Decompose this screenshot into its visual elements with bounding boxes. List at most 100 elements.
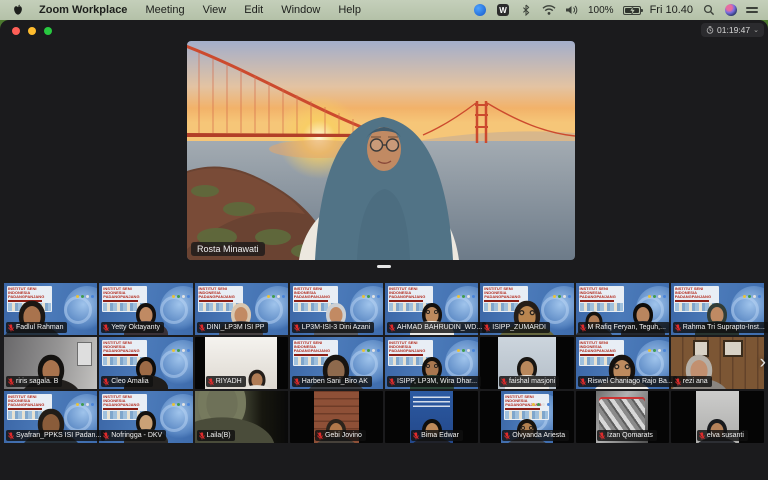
participant-name-tag: M Rafiq Feryan, Teguh,...	[578, 322, 670, 333]
apple-menu-icon[interactable]	[12, 4, 24, 16]
next-page-chevron-button[interactable]: ›	[760, 353, 766, 372]
menu-item-edit[interactable]: Edit	[235, 0, 272, 20]
control-center-icon[interactable]	[746, 7, 758, 13]
participant-tile[interactable]: INSTITUT SENI INDONESIA PADANGPANJANG Ha…	[290, 337, 383, 389]
participant-tile[interactable]: INSTITUT SENI INDONESIA PADANGPANJANG ri…	[4, 337, 97, 389]
muted-mic-icon	[317, 432, 323, 440]
participant-tile[interactable]: INSTITUT SENI INDONESIA PADANGPANJANG Ge…	[290, 391, 383, 443]
participant-tile[interactable]: INSTITUT SENI INDONESIA PADANGPANJANG AH…	[385, 283, 478, 335]
participant-tile[interactable]: INSTITUT SENI INDONESIA PADANGPANJANG Cl…	[99, 337, 192, 389]
menu-item-window[interactable]: Window	[272, 0, 329, 20]
close-window-button[interactable]	[12, 27, 20, 35]
virtual-background-logos	[360, 285, 380, 303]
muted-mic-icon	[199, 324, 205, 332]
battery-percent-label: 100%	[588, 5, 614, 16]
participant-name-tag: Gebi Jovino	[315, 430, 366, 441]
participant-tile[interactable]: INSTITUT SENI INDONESIA PADANGPANJANG RI…	[195, 337, 288, 389]
menu-bar-clock[interactable]: Fri 10.40	[650, 4, 693, 16]
meeting-timer-value: 01:19:47	[717, 25, 750, 35]
muted-mic-icon	[501, 378, 507, 386]
participant-tile[interactable]: INSTITUT SENI INDONESIA PADANGPANJANG Bi…	[385, 391, 478, 443]
virtual-background-banner: INSTITUT SENI INDONESIA PADANGPANJANG	[293, 286, 338, 312]
participant-tile[interactable]: INSTITUT SENI INDONESIA PADANGPANJANG Fa…	[4, 283, 97, 335]
participant-tile[interactable]: INSTITUT SENI INDONESIA PADANGPANJANG IS…	[480, 283, 573, 335]
gallery-row-2: INSTITUT SENI INDONESIA PADANGPANJANG ri…	[4, 337, 764, 389]
participant-tile[interactable]: INSTITUT SENI INDONESIA PADANGPANJANG IS…	[385, 337, 478, 389]
participant-name-tag: Syafran_PPKS ISI Padan...	[6, 430, 105, 441]
virtual-background-logos	[646, 339, 666, 357]
participant-name-tag: Laila(B)	[197, 430, 235, 441]
participant-tile[interactable]: INSTITUT SENI INDONESIA PADANGPANJANG Ye…	[99, 283, 192, 335]
muted-mic-icon	[484, 324, 490, 332]
virtual-background-banner: INSTITUT SENI INDONESIA PADANGPANJANG	[198, 286, 243, 312]
participant-gallery: INSTITUT SENI INDONESIA PADANGPANJANG Fa…	[4, 283, 764, 445]
virtual-background-logos	[741, 285, 761, 303]
siri-icon[interactable]	[725, 4, 737, 16]
blue-app-status-icon[interactable]	[474, 4, 486, 16]
muted-mic-icon	[103, 378, 109, 386]
muted-mic-icon	[389, 378, 395, 386]
virtual-background-banner: INSTITUT SENI INDONESIA PADANGPANJANG	[102, 340, 147, 366]
participant-tile[interactable]: INSTITUT SENI INDONESIA PADANGPANJANG No…	[99, 391, 192, 443]
participant-name-tag: faishal masjoni	[499, 376, 559, 387]
virtual-background-banner: INSTITUT SENI INDONESIA PADANGPANJANG	[579, 286, 624, 312]
spotlight-search-icon[interactable]	[702, 4, 716, 16]
participant-name-tag: riris sagala. B	[6, 376, 62, 387]
menu-item-app[interactable]: Zoom Workplace	[30, 0, 136, 20]
gallery-row-3: INSTITUT SENI INDONESIA PADANGPANJANG Sy…	[4, 391, 764, 443]
participant-tile[interactable]: INSTITUT SENI INDONESIA PADANGPANJANG Ol…	[480, 391, 573, 443]
fullscreen-window-button[interactable]	[44, 27, 52, 35]
wifi-icon[interactable]	[542, 4, 556, 16]
menu-item-view[interactable]: View	[194, 0, 236, 20]
participant-tile[interactable]: INSTITUT SENI INDONESIA PADANGPANJANG re…	[671, 337, 764, 389]
participant-tile[interactable]: INSTITUT SENI INDONESIA PADANGPANJANG Iz…	[576, 391, 669, 443]
minimize-window-button[interactable]	[28, 27, 36, 35]
participant-name-tag: Bima Edwar	[411, 430, 463, 441]
muted-mic-icon	[413, 432, 419, 440]
virtual-background-logos	[360, 339, 380, 357]
meeting-timer-badge[interactable]: 01:19:47 ⌄	[701, 23, 764, 37]
participant-name-tag: ISIPP, LP3M, Wira Dhar...	[387, 376, 481, 387]
muted-mic-icon	[103, 324, 109, 332]
muted-mic-icon	[294, 378, 300, 386]
virtual-background-logos	[74, 393, 94, 411]
participant-tile[interactable]: INSTITUT SENI INDONESIA PADANGPANJANG La…	[195, 391, 288, 443]
muted-mic-icon	[199, 432, 205, 440]
speaker-video-scene	[187, 41, 575, 260]
muted-mic-icon	[675, 324, 681, 332]
participant-name-tag: DINI_LP3M ISI PP	[197, 322, 269, 333]
participant-name-tag: RIYADH	[206, 376, 246, 387]
virtual-background-logos	[530, 393, 550, 411]
participant-tile[interactable]: INSTITUT SENI INDONESIA PADANGPANJANG Sy…	[4, 391, 97, 443]
participant-tile[interactable]: INSTITUT SENI INDONESIA PADANGPANJANG DI…	[195, 283, 288, 335]
virtual-background-banner: INSTITUT SENI INDONESIA PADANGPANJANG	[483, 286, 528, 312]
active-speaker-video[interactable]: Rosta Minawati	[187, 41, 575, 260]
participant-name-tag: Riswel Chaniago Rajo Ba...	[578, 376, 677, 387]
participant-tile[interactable]: INSTITUT SENI INDONESIA PADANGPANJANG fa…	[480, 337, 573, 389]
speaker-name-tag: Rosta Minawati	[191, 242, 265, 256]
gallery-resize-handle[interactable]	[377, 265, 391, 268]
virtual-background-banner: INSTITUT SENI INDONESIA PADANGPANJANG	[102, 394, 147, 420]
participant-tile[interactable]: INSTITUT SENI INDONESIA PADANGPANJANG LP…	[290, 283, 383, 335]
menu-item-meeting[interactable]: Meeting	[136, 0, 193, 20]
chevron-down-icon: ⌄	[753, 26, 759, 34]
participant-tile[interactable]: INSTITUT SENI INDONESIA PADANGPANJANG M …	[576, 283, 669, 335]
muted-mic-icon	[294, 324, 300, 332]
virtual-background-logos	[455, 339, 475, 357]
volume-icon[interactable]	[565, 4, 579, 16]
timer-clock-icon	[706, 26, 714, 34]
participant-tile[interactable]: INSTITUT SENI INDONESIA PADANGPANJANG Ra…	[671, 283, 764, 335]
participant-tile[interactable]: INSTITUT SENI INDONESIA PADANGPANJANG el…	[671, 391, 764, 443]
bluetooth-icon[interactable]	[519, 4, 533, 16]
participant-tile[interactable]: INSTITUT SENI INDONESIA PADANGPANJANG Ri…	[576, 337, 669, 389]
menu-item-help[interactable]: Help	[329, 0, 370, 20]
muted-mic-icon	[699, 432, 705, 440]
participant-name-tag: Cleo Amalia	[101, 376, 152, 387]
participant-name-tag: Izan Qomarats	[597, 430, 657, 441]
virtual-background-banner: INSTITUT SENI INDONESIA PADANGPANJANG	[102, 286, 147, 312]
w-app-status-icon[interactable]: W	[497, 4, 509, 16]
participant-name-tag: Rahma Tri Suprapto-Inst...	[673, 322, 768, 333]
muted-mic-icon	[599, 432, 605, 440]
virtual-background-banner: INSTITUT SENI INDONESIA PADANGPANJANG	[388, 286, 433, 312]
participant-name-tag: Fadlul Rahman	[6, 322, 67, 333]
